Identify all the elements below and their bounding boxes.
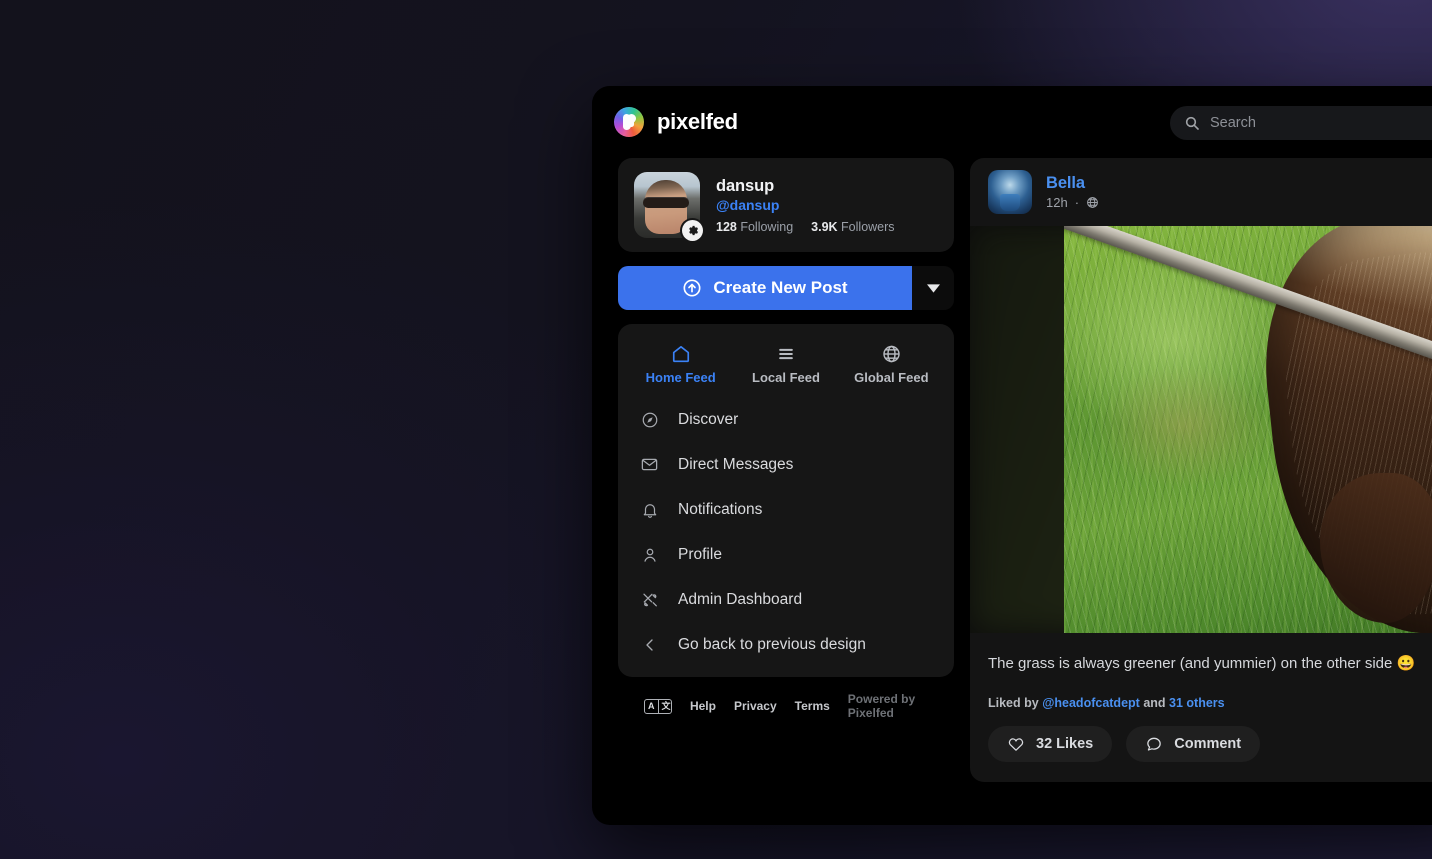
tab-home-feed-label: Home Feed	[645, 370, 716, 385]
create-new-post-button[interactable]: Create New Post	[618, 266, 912, 310]
post-author-name[interactable]: Bella	[1046, 174, 1099, 193]
tools-icon	[640, 590, 659, 609]
like-button[interactable]: 32 Likes	[988, 726, 1113, 762]
user-icon	[640, 545, 659, 564]
tab-home-feed[interactable]: Home Feed	[628, 338, 733, 393]
profile-card[interactable]: dansup @dansup 128 Following 3.9K Follow…	[618, 158, 954, 252]
search-bar[interactable]	[1170, 106, 1432, 140]
create-new-post-label: Create New Post	[713, 278, 848, 297]
sidebar-item-admin-dashboard-label: Admin Dashboard	[678, 590, 803, 608]
sidebar-item-go-back-previous-design[interactable]: Go back to previous design	[618, 622, 954, 667]
feed-tabs: Home Feed Local Feed Global Feed	[618, 336, 954, 397]
liked-by-user[interactable]: @headofcatdept	[1042, 696, 1140, 710]
pixelfed-app-window: pixelfed Search dansup @dansup 128 Follo…	[592, 86, 1432, 825]
avatar[interactable]	[634, 172, 703, 241]
post-author-avatar[interactable]	[988, 170, 1032, 214]
app-header: pixelfed	[592, 86, 1432, 158]
post-actions: 32 Likes Comment	[970, 710, 1432, 782]
footer-link-help[interactable]: Help	[690, 699, 716, 713]
post-timestamp: 12h	[1046, 195, 1068, 210]
tab-global-feed[interactable]: Global Feed	[839, 338, 944, 393]
gear-glyph	[689, 225, 699, 236]
sidebar-item-notifications[interactable]: Notifications	[618, 487, 954, 532]
liked-by-and: and	[1143, 696, 1166, 710]
footer: A 文 Help Privacy Terms Powered by Pixelf…	[618, 677, 954, 720]
tab-local-feed[interactable]: Local Feed	[733, 338, 838, 393]
pixelfed-logo-icon	[614, 107, 644, 137]
following-stat[interactable]: 128 Following	[716, 220, 793, 234]
search-icon	[1185, 116, 1199, 130]
post-separator: ·	[1074, 195, 1080, 210]
gear-icon[interactable]	[682, 220, 703, 241]
create-post-dropdown-button[interactable]	[912, 266, 954, 310]
followers-stat[interactable]: 3.9K Followers	[811, 220, 894, 234]
sidebar-item-profile-label: Profile	[678, 545, 722, 563]
liked-by-others[interactable]: 31 others	[1169, 696, 1225, 710]
app-body: dansup @dansup 128 Following 3.9K Follow…	[592, 158, 1432, 825]
sidebar-item-notifications-label: Notifications	[678, 500, 763, 518]
compass-icon	[640, 410, 659, 429]
post-liked-by: Liked by @headofcatdept and 31 others	[970, 674, 1432, 710]
dry-grass-patch	[1094, 366, 1274, 486]
liked-by-prefix: Liked by	[988, 696, 1039, 710]
sidebar-item-direct-messages-label: Direct Messages	[678, 455, 794, 473]
tab-local-feed-label: Local Feed	[752, 370, 820, 385]
post-author-block: Bella 12h ·	[1046, 174, 1099, 210]
post-submeta: 12h ·	[1046, 195, 1099, 210]
chevron-left-icon	[640, 635, 659, 654]
navigation-card: Home Feed Local Feed Global Feed Discove…	[618, 324, 954, 677]
post-media[interactable]	[970, 226, 1432, 633]
like-button-label: 32 Likes	[1036, 736, 1094, 752]
translate-icon[interactable]: A 文	[644, 698, 672, 714]
home-icon	[672, 346, 689, 363]
create-post-row: Create New Post	[618, 266, 954, 310]
post-caption: The grass is always greener (and yummier…	[988, 655, 1416, 672]
footer-powered-by: Powered by Pixelfed	[847, 692, 916, 720]
envelope-icon	[640, 455, 659, 474]
list-lines-icon	[779, 348, 793, 360]
profile-meta: dansup @dansup 128 Following 3.9K Follow…	[716, 177, 895, 234]
sidebar-item-admin-dashboard[interactable]: Admin Dashboard	[618, 577, 954, 622]
comment-button[interactable]: Comment	[1126, 726, 1261, 762]
tab-global-feed-label: Global Feed	[854, 370, 929, 385]
globe-icon	[883, 345, 900, 363]
sidebar-item-go-back-previous-design-label: Go back to previous design	[678, 635, 866, 653]
profile-handle[interactable]: @dansup	[716, 197, 895, 213]
post-media-photo	[1064, 226, 1432, 633]
search-input[interactable]	[1210, 115, 1432, 131]
sidebar-item-direct-messages[interactable]: Direct Messages	[618, 442, 954, 487]
sidebar-item-discover-label: Discover	[678, 410, 739, 428]
caret-down-icon	[926, 283, 940, 293]
feed-column: Bella 12h · The grass is always greener …	[970, 158, 1432, 825]
desktop-background: pixelfed Search dansup @dansup 128 Follo…	[0, 0, 1432, 859]
upload-circle-icon	[683, 279, 701, 297]
following-count: 128	[716, 219, 737, 234]
footer-link-privacy[interactable]: Privacy	[734, 699, 777, 713]
brand-logo[interactable]: pixelfed	[614, 107, 738, 137]
speech-bubble-icon	[1147, 737, 1162, 751]
brand-name: pixelfed	[657, 109, 738, 134]
heart-icon	[1008, 738, 1024, 751]
translate-icon-cjk: 文	[657, 699, 671, 713]
sidebar-item-profile[interactable]: Profile	[618, 532, 954, 577]
post-card: Bella 12h · The grass is always greener …	[970, 158, 1432, 782]
following-label: Following	[740, 219, 794, 234]
globe-icon	[1087, 197, 1098, 208]
profile-stats: 128 Following 3.9K Followers	[716, 220, 895, 234]
profile-username: dansup	[716, 176, 775, 195]
sidebar-item-discover[interactable]: Discover	[618, 397, 954, 442]
bell-icon	[640, 500, 659, 519]
post-header: Bella 12h ·	[970, 158, 1432, 226]
followers-label: Followers	[841, 219, 895, 234]
footer-link-terms[interactable]: Terms	[795, 699, 830, 713]
followers-count: 3.9K	[811, 219, 838, 234]
comment-button-label: Comment	[1174, 736, 1242, 752]
translate-icon-latin: A	[648, 700, 655, 711]
sidebar: dansup @dansup 128 Following 3.9K Follow…	[618, 158, 954, 825]
